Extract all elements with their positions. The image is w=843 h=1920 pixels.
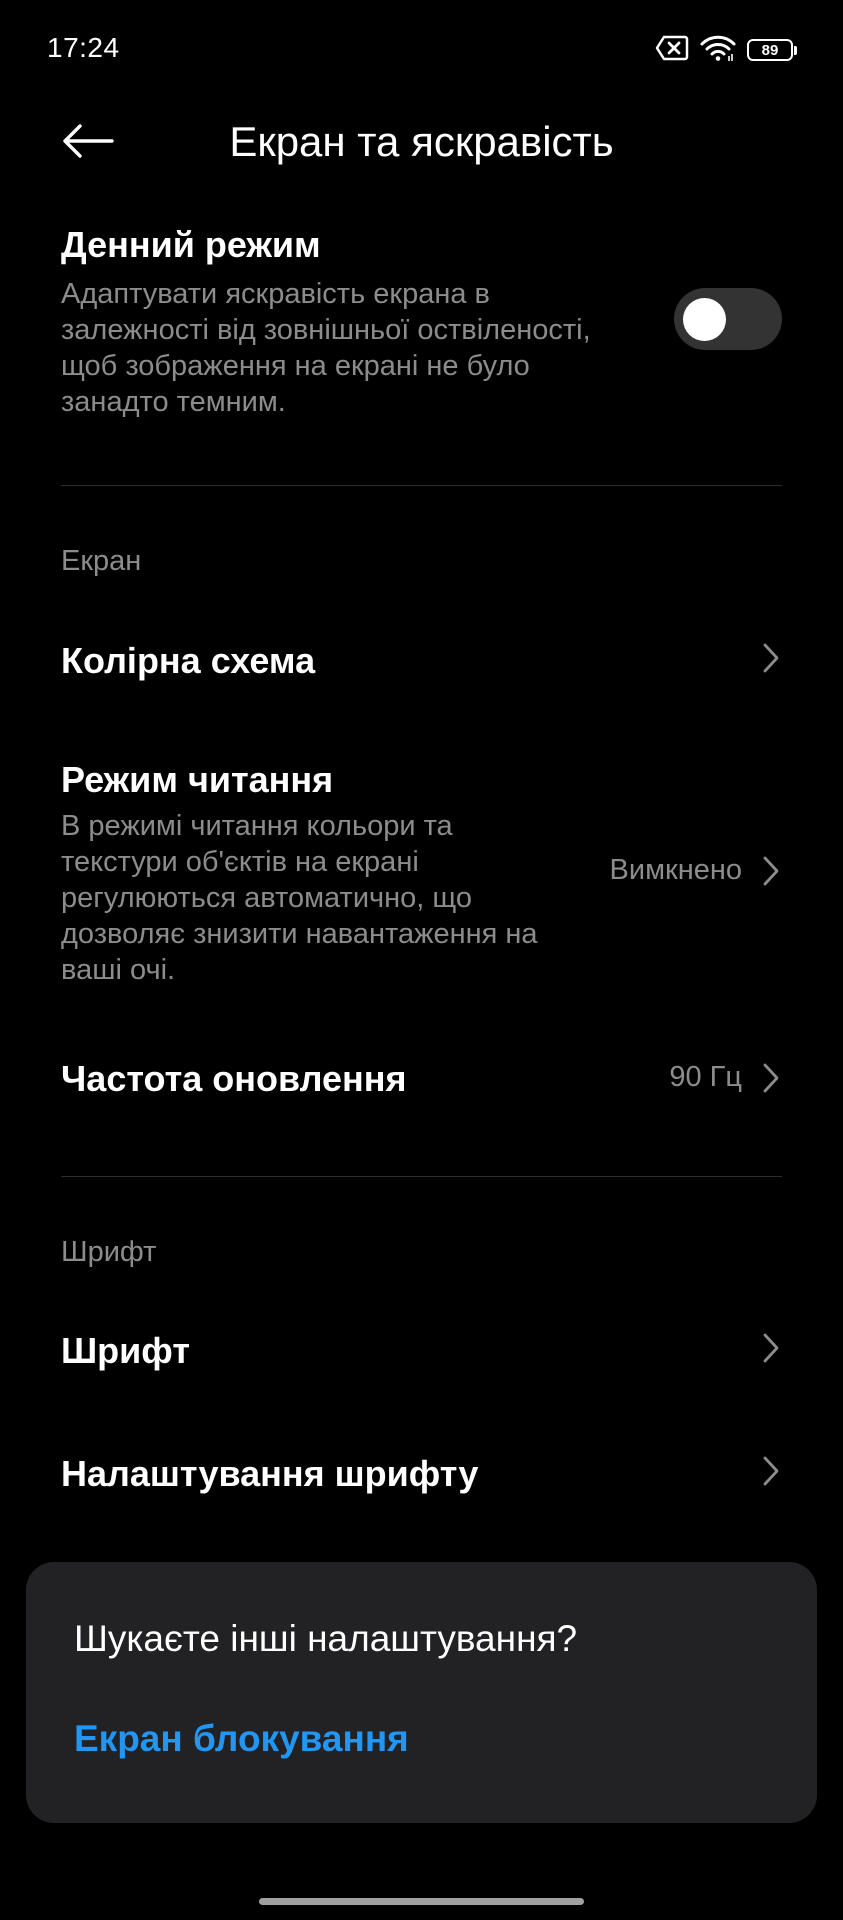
page-title: Екран та яскравість xyxy=(229,118,614,165)
arrow-left-icon xyxy=(62,123,114,164)
chevron-right-icon xyxy=(760,640,782,676)
reading-mode-description: В режимі читання кольори та текстури об'… xyxy=(61,810,538,986)
daylight-mode-title: Денний режим xyxy=(61,224,321,265)
font-row[interactable]: Шрифт xyxy=(61,1310,782,1390)
toggle-knob xyxy=(683,298,726,341)
divider xyxy=(61,1176,782,1177)
status-time: 17:24 xyxy=(47,32,120,63)
status-icons: 89 xyxy=(655,34,797,66)
home-indicator[interactable] xyxy=(259,1898,584,1905)
battery-icon: 89 xyxy=(747,39,797,61)
reading-mode-title: Режим читання xyxy=(61,759,334,800)
daylight-mode-toggle[interactable] xyxy=(674,288,782,350)
suggestion-card-title: Шукаєте інші налаштування? xyxy=(74,1618,578,1659)
chevron-right-icon xyxy=(760,1453,782,1489)
color-scheme-row[interactable]: Колірна схема xyxy=(61,618,782,698)
section-label-font: Шрифт xyxy=(61,1236,157,1268)
battery-level: 89 xyxy=(747,39,793,61)
back-button[interactable] xyxy=(60,118,116,168)
sim-disabled-icon xyxy=(655,35,689,66)
font-settings-row[interactable]: Налаштування шрифту xyxy=(61,1433,782,1513)
font-title: Шрифт xyxy=(61,1330,190,1371)
chevron-right-icon xyxy=(760,1060,782,1096)
wifi-icon xyxy=(699,34,737,67)
divider xyxy=(61,485,782,486)
lock-screen-link[interactable]: Екран блокування xyxy=(74,1718,409,1760)
color-scheme-title: Колірна схема xyxy=(61,640,316,681)
reading-mode-row[interactable]: Режим читання В режимі читання кольори т… xyxy=(61,755,782,986)
refresh-rate-title: Частота оновлення xyxy=(61,1058,407,1099)
font-settings-title: Налаштування шрифту xyxy=(61,1453,479,1494)
chevron-right-icon xyxy=(760,1330,782,1366)
refresh-rate-value: 90 Гц xyxy=(669,1061,742,1093)
refresh-rate-row[interactable]: Частота оновлення 90 Гц xyxy=(61,1040,782,1120)
chevron-right-icon xyxy=(760,853,782,889)
reading-mode-value: Вимкнено xyxy=(609,854,742,886)
section-label-screen: Екран xyxy=(61,545,142,577)
suggestion-card: Шукаєте інші налаштування? Екран блокува… xyxy=(26,1562,817,1823)
daylight-mode-description: Адаптувати яскравість екрана в залежност… xyxy=(61,278,591,418)
